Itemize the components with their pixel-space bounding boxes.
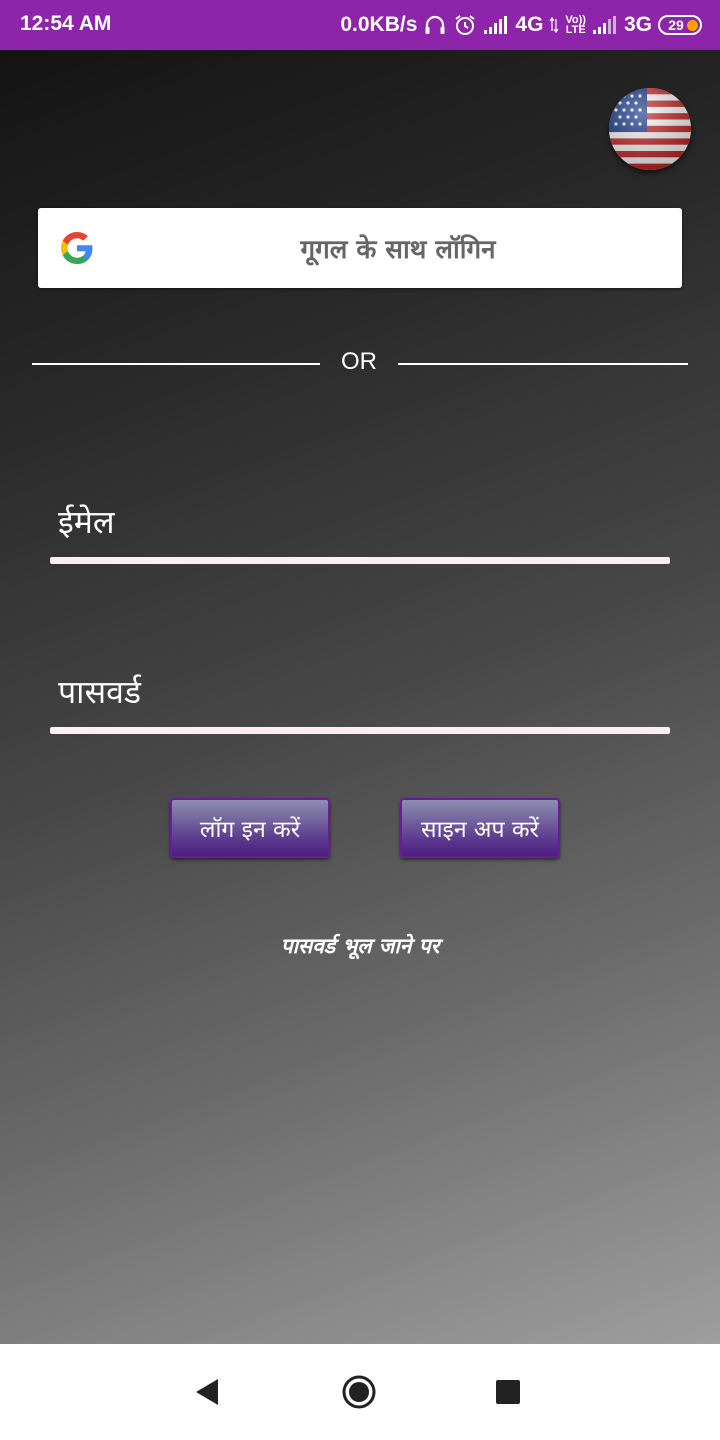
email-underline	[50, 557, 670, 564]
signup-button[interactable]: साइन अप करें	[400, 798, 560, 858]
google-login-button[interactable]: गूगल के साथ लॉगिन	[38, 208, 682, 288]
email-field[interactable]	[50, 477, 670, 557]
status-icons: 0.0KB/s 4G Vo)) LTE 3G 29	[340, 10, 702, 40]
battery-level: 29	[668, 17, 684, 33]
sim2-network-type: 3G	[623, 13, 652, 36]
back-icon[interactable]	[190, 1374, 226, 1410]
password-underline	[50, 727, 670, 734]
google-login-label: गूगल के साथ लॉगिन	[300, 235, 496, 265]
network-speed: 0.0KB/s	[340, 13, 418, 36]
data-arrows-icon	[549, 16, 559, 34]
login-screen: गूगल के साथ लॉगिन OR लॉग इन करें साइन अप…	[0, 50, 720, 1344]
recents-icon[interactable]	[490, 1374, 526, 1410]
alarm-icon	[455, 15, 475, 35]
us-flag-icon[interactable]	[609, 88, 691, 170]
battery-saver-dot	[687, 20, 698, 31]
signal-icon	[592, 16, 616, 34]
sim1-network-type: 4G	[515, 13, 544, 36]
headset-icon	[425, 15, 445, 34]
password-field[interactable]	[50, 647, 670, 727]
volte-badge: Vo)) LTE	[565, 14, 586, 36]
home-icon[interactable]	[341, 1374, 377, 1410]
battery-icon: 29	[658, 15, 702, 35]
divider-left	[32, 363, 320, 365]
status-bar: 12:54 AM 0.0KB/s 4G Vo)) LTE 3G 29	[0, 0, 720, 50]
login-button[interactable]: लॉग इन करें	[170, 798, 330, 858]
signal-icon	[484, 16, 508, 34]
status-time: 12:54 AM	[20, 12, 112, 35]
divider-right	[398, 363, 688, 365]
forgot-password-link[interactable]: पासवर्ड भूल जाने पर	[0, 932, 720, 960]
navigation-bar	[0, 1344, 720, 1440]
or-divider-text: OR	[341, 348, 377, 375]
